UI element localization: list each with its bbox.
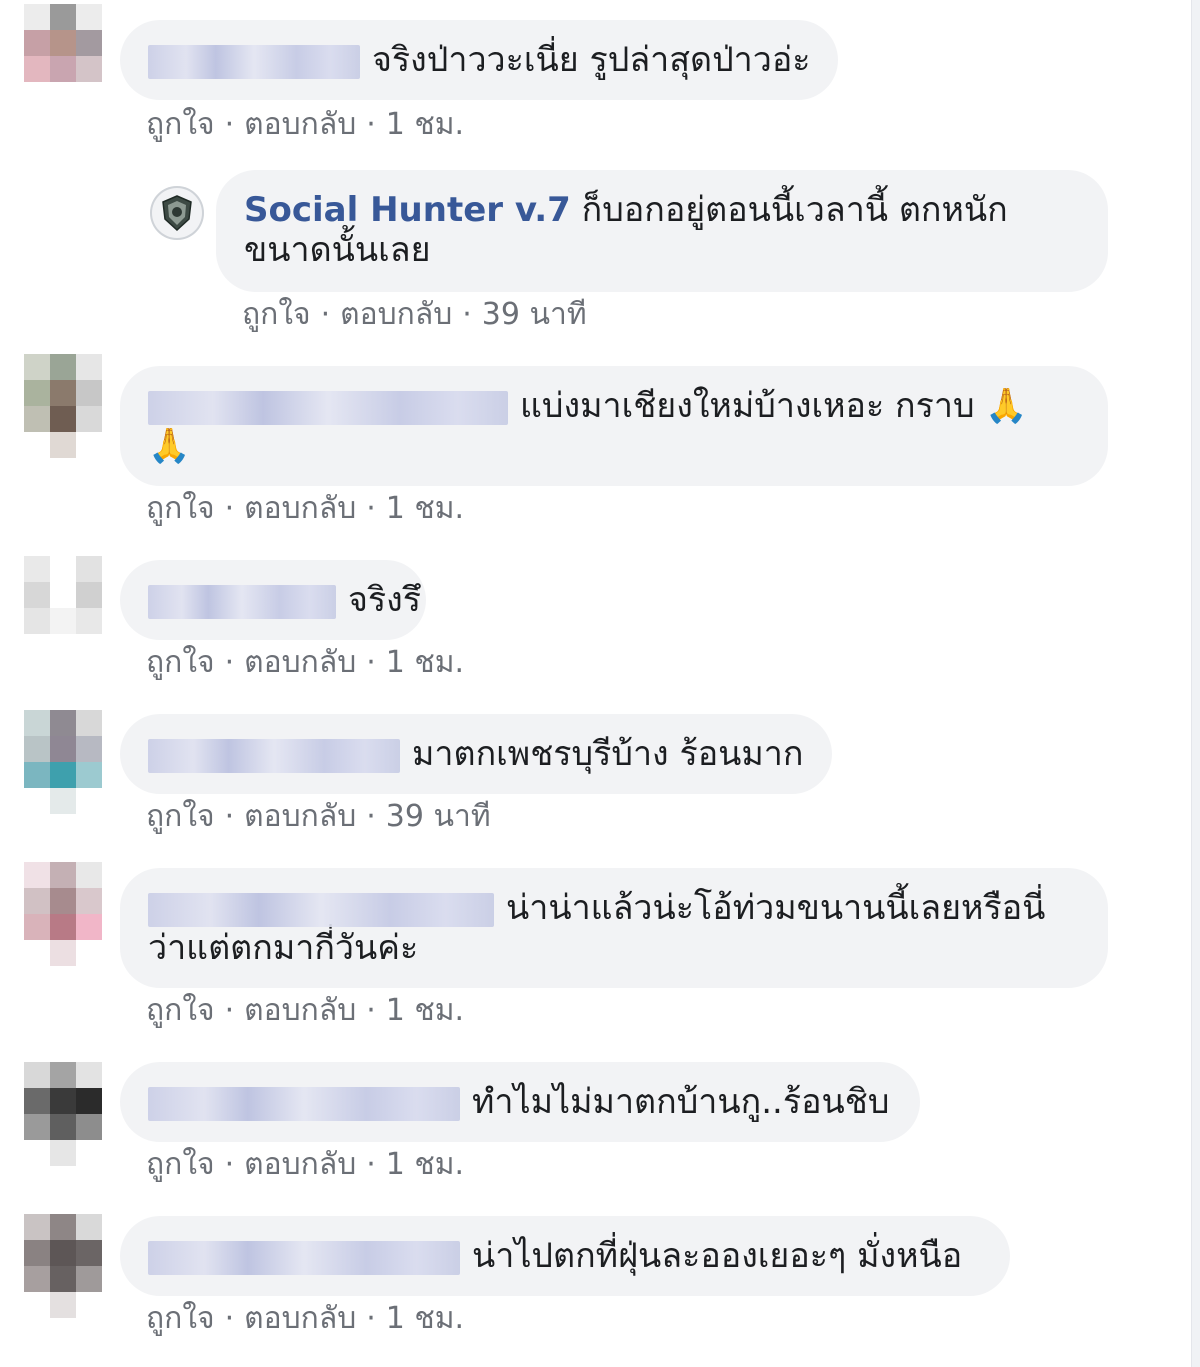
- separator: ·: [224, 645, 235, 680]
- timestamp[interactable]: 1 ชม.: [386, 645, 464, 680]
- comment-actions: ถูกใจ · ตอบกลับ · 39 นาที: [242, 298, 587, 332]
- blurred-author-name[interactable]: [148, 738, 400, 773]
- comment-text: น่าน่าแล้วน่ะโอ้ท่วมขนานนี้เลยหรือนี่: [506, 888, 1046, 928]
- separator: ·: [366, 1301, 376, 1336]
- comment-text-line2: ขนาดนั้นเลย: [244, 230, 431, 270]
- reply-link[interactable]: ตอบกลับ: [244, 799, 356, 834]
- comment-actions: ถูกใจ · ตอบกลับ · 39 นาที: [146, 800, 491, 834]
- timestamp[interactable]: 1 ชม.: [386, 107, 464, 142]
- comment-text: แบ่งมาเชียงใหม่บ้างเหอะ กราบ 🙏: [520, 386, 1028, 426]
- timestamp[interactable]: 1 ชม.: [386, 491, 464, 526]
- comment-text-line2: ว่าแต่ตกมากี่วันค่ะ: [148, 928, 419, 968]
- avatar[interactable]: [24, 4, 102, 108]
- comment-actions: ถูกใจ · ตอบกลับ · 1 ชม.: [146, 492, 464, 526]
- timestamp[interactable]: 1 ชม.: [386, 1147, 464, 1182]
- avatar[interactable]: [24, 862, 102, 966]
- separator: ·: [462, 297, 472, 332]
- shield-logo-icon: [162, 195, 192, 232]
- comment-text: ทำไมไม่มาตกบ้านกู..ร้อนชิบ: [472, 1082, 890, 1122]
- avatar[interactable]: [24, 556, 102, 660]
- avatar[interactable]: [24, 354, 102, 458]
- separator: ·: [366, 993, 376, 1028]
- like-link[interactable]: ถูกใจ: [146, 645, 215, 680]
- like-link[interactable]: ถูกใจ: [146, 491, 215, 526]
- reply-link[interactable]: ตอบกลับ: [244, 491, 356, 526]
- comment-text: มาตกเพชรบุรีบ้าง ร้อนมาก: [412, 734, 804, 774]
- comment-bubble: น่าน่าแล้วน่ะโอ้ท่วมขนานนี้เลยหรือนี่ ว่…: [120, 868, 1108, 988]
- separator: ·: [366, 645, 376, 680]
- comment-actions: ถูกใจ · ตอบกลับ · 1 ชม.: [146, 1302, 464, 1336]
- timestamp[interactable]: 1 ชม.: [386, 1301, 464, 1336]
- timestamp[interactable]: 39 นาที: [482, 297, 587, 332]
- comment-bubble: จริงรึ: [120, 560, 426, 640]
- blurred-author-name[interactable]: [148, 44, 360, 79]
- reply-link[interactable]: ตอบกลับ: [244, 1147, 356, 1182]
- separator: ·: [224, 491, 235, 526]
- separator: ·: [320, 297, 331, 332]
- separator: ·: [366, 1147, 376, 1182]
- timestamp[interactable]: 39 นาที: [386, 799, 491, 834]
- comment-bubble: มาตกเพชรบุรีบ้าง ร้อนมาก: [120, 714, 832, 794]
- avatar[interactable]: [24, 1214, 102, 1318]
- blurred-author-name[interactable]: [148, 1086, 460, 1121]
- like-link[interactable]: ถูกใจ: [146, 1147, 215, 1182]
- scrollbar[interactable]: [1191, 0, 1200, 1367]
- like-link[interactable]: ถูกใจ: [146, 1301, 215, 1336]
- timestamp[interactable]: 1 ชม.: [386, 993, 464, 1028]
- reply-link[interactable]: ตอบกลับ: [244, 993, 356, 1028]
- separator: ·: [366, 107, 376, 142]
- like-link[interactable]: ถูกใจ: [242, 297, 311, 332]
- comment-bubble: Social Hunter v.7 ก็บอกอยู่ตอนนี้เวลานี้…: [216, 170, 1108, 292]
- comment-actions: ถูกใจ · ตอบกลับ · 1 ชม.: [146, 994, 464, 1028]
- reply-link[interactable]: ตอบกลับ: [340, 297, 452, 332]
- separator: ·: [224, 1147, 235, 1182]
- comment-bubble: จริงป่าววะเนี่ย รูปล่าสุดป่าวอ่ะ: [120, 20, 838, 100]
- separator: ·: [224, 993, 235, 1028]
- like-link[interactable]: ถูกใจ: [146, 993, 215, 1028]
- comment-bubble: แบ่งมาเชียงใหม่บ้างเหอะ กราบ 🙏 🙏: [120, 366, 1108, 486]
- reply-link[interactable]: ตอบกลับ: [244, 645, 356, 680]
- separator: ·: [366, 491, 376, 526]
- separator: ·: [224, 107, 235, 142]
- comment-actions: ถูกใจ · ตอบกลับ · 1 ชม.: [146, 1148, 464, 1182]
- comment-actions: ถูกใจ · ตอบกลับ · 1 ชม.: [146, 646, 464, 680]
- separator: ·: [366, 799, 376, 834]
- separator: ·: [224, 1301, 235, 1336]
- blurred-author-name[interactable]: [148, 390, 508, 425]
- comment-text: จริงรึ: [348, 580, 422, 620]
- blurred-author-name[interactable]: [148, 584, 336, 619]
- reply-link[interactable]: ตอบกลับ: [244, 1301, 356, 1336]
- avatar[interactable]: [24, 1062, 102, 1166]
- reply-link[interactable]: ตอบกลับ: [244, 107, 356, 142]
- comment-bubble: ทำไมไม่มาตกบ้านกู..ร้อนชิบ: [120, 1062, 920, 1142]
- avatar[interactable]: [24, 710, 102, 814]
- comment-text: น่าไปตกที่ฝุ่นละอองเยอะๆ มั่งหนือ: [472, 1236, 963, 1276]
- like-link[interactable]: ถูกใจ: [146, 799, 215, 834]
- comment-text-line2: 🙏: [148, 426, 191, 466]
- avatar[interactable]: [150, 186, 204, 240]
- blurred-author-name[interactable]: [148, 1240, 460, 1275]
- separator: ·: [224, 799, 235, 834]
- comment-actions: ถูกใจ · ตอบกลับ · 1 ชม.: [146, 108, 464, 142]
- comment-text: จริงป่าววะเนี่ย รูปล่าสุดป่าวอ่ะ: [372, 40, 811, 80]
- like-link[interactable]: ถูกใจ: [146, 107, 215, 142]
- comment-bubble: น่าไปตกที่ฝุ่นละอองเยอะๆ มั่งหนือ: [120, 1216, 1010, 1296]
- comment-text: ก็บอกอยู่ตอนนี้เวลานี้ ตกหนัก: [581, 190, 1008, 230]
- blurred-author-name[interactable]: [148, 892, 494, 927]
- author-name[interactable]: Social Hunter v.7: [244, 190, 571, 230]
